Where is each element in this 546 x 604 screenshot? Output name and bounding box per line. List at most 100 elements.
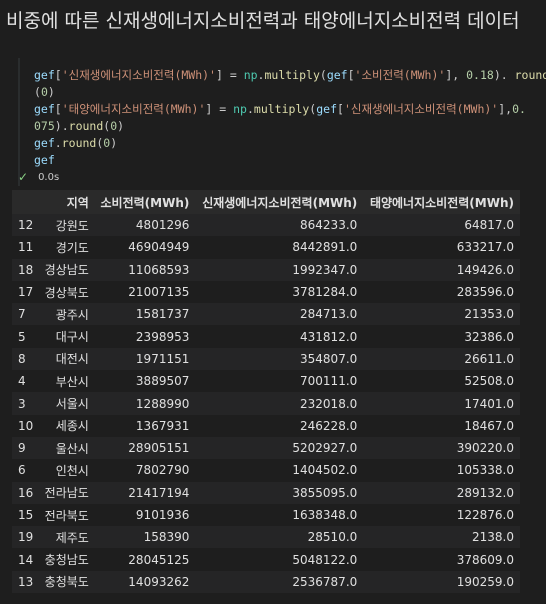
code-token: gef [34, 102, 55, 116]
code-token: multiply [253, 102, 310, 116]
table-cell: 26611.0 [363, 347, 520, 371]
code-token: np [233, 102, 247, 116]
table-cell: 1971151 [94, 347, 196, 371]
row-index: 16 [12, 481, 40, 504]
table-cell: 세종시 [39, 414, 95, 437]
table-cell: 149426.0 [363, 258, 520, 281]
row-index: 15 [12, 503, 40, 527]
table-cell: 864233.0 [195, 214, 364, 237]
table-cell: 18467.0 [363, 414, 520, 437]
table-cell: 11068593 [94, 258, 196, 281]
output-table: 지역 소비전력(MWh) 신재생에너지소비전력(MWh) 태양에너지소비전력(MWh)… [12, 190, 520, 594]
code-token: ) [110, 136, 118, 150]
table-row: 13 충청북도 14093262 2536787.0 190259.0 [12, 570, 520, 594]
table-cell: 378609.0 [363, 548, 520, 571]
table-cell: 3889507 [94, 370, 196, 393]
code-line: 075).round(0) [34, 118, 532, 135]
code-token: gef [326, 68, 348, 82]
table-cell: 64817.0 [363, 214, 520, 237]
table-cell: 3781284.0 [195, 280, 364, 304]
code-token: . [246, 102, 254, 116]
table-cell: 633217.0 [363, 236, 520, 259]
table-cell: 1992347.0 [195, 258, 364, 281]
table-cell: 105338.0 [363, 459, 520, 482]
table-cell: 7802790 [94, 459, 196, 482]
table-cell: 21007135 [94, 280, 196, 304]
table-cell: 158390 [94, 526, 196, 549]
table-cell: 9101936 [94, 503, 196, 527]
table-row: 11 경기도 46904949 8442891.0 633217.0 [12, 236, 520, 259]
code-token: 0 [40, 85, 48, 99]
column-header [12, 190, 40, 214]
table-row: 8 대전시 1971151 354807.0 26611.0 [12, 347, 520, 371]
table-cell: 52508.0 [363, 370, 520, 393]
table-cell: 2398953 [94, 325, 196, 348]
code-token: [ [337, 102, 344, 116]
table-header-row: 지역 소비전력(MWh) 신재생에너지소비전력(MWh) 태양에너지소비전력(MWh) [12, 190, 520, 214]
check-icon: ✓ [18, 170, 29, 184]
row-index: 8 [12, 347, 40, 371]
code-cell[interactable]: gef['신재생에너지소비전력(MWh)'] = np.multiply(gef… [18, 58, 546, 186]
table-row: 5 대구시 2398953 431812.0 32386.0 [12, 325, 520, 348]
code-token: ( [319, 68, 327, 82]
table-cell: 경기도 [39, 236, 95, 259]
table-cell: 14093262 [94, 570, 196, 594]
table-cell: 대전시 [39, 347, 95, 371]
row-index: 9 [12, 436, 40, 460]
table-cell: 46904949 [94, 236, 196, 259]
row-index: 5 [12, 325, 40, 348]
code-token: ( [34, 85, 41, 99]
table-cell: 354807.0 [195, 347, 364, 371]
code-line: (0) [34, 84, 532, 101]
row-index: 7 [12, 303, 40, 326]
code-token: '신재생에너지소비전력(MWh)' [343, 102, 499, 116]
table-row: 16 전라남도 21417194 3855095.0 289132.0 [12, 481, 520, 504]
section-heading: 비중에 따른 신재생에너지소비전력과 태양에너지소비전력 데이터 [6, 10, 520, 32]
table-cell: 246228.0 [195, 414, 364, 437]
table-cell: 전라북도 [39, 503, 95, 527]
code-token: np [243, 68, 258, 82]
code-token: round [68, 119, 104, 133]
code-token: round [514, 68, 546, 82]
table-cell: 5048122.0 [195, 548, 364, 571]
code-token: [ [54, 68, 62, 82]
table-cell: 8442891.0 [195, 236, 364, 259]
table-cell: 3855095.0 [195, 481, 364, 504]
table-cell: 1367931 [94, 414, 196, 437]
table-cell: 28045125 [94, 548, 196, 571]
table-cell: 제주도 [39, 526, 95, 549]
table-cell: 28905151 [94, 436, 196, 460]
row-index: 14 [12, 548, 40, 571]
code-token: gef [34, 68, 55, 82]
table-cell: 17401.0 [363, 392, 520, 415]
table-cell: 700111.0 [195, 370, 364, 393]
table-cell: 190259.0 [363, 570, 520, 594]
table-cell: 1581737 [94, 303, 196, 326]
table-row: 17 경상북도 21007135 3781284.0 283596.0 [12, 280, 520, 304]
code-line: gef['신재생에너지소비전력(MWh)'] = np.multiply(gef… [34, 67, 546, 84]
table-cell: 1404502.0 [195, 459, 364, 482]
table-cell: 21353.0 [363, 303, 520, 326]
row-index: 3 [12, 392, 40, 415]
code-token: 0. [512, 102, 526, 116]
table-row: 10 세종시 1367931 246228.0 18467.0 [12, 414, 520, 437]
table-cell: 390220.0 [363, 436, 520, 460]
row-index: 11 [12, 236, 40, 259]
table-cell: 전라남도 [39, 481, 95, 504]
code-token: ) [117, 119, 125, 133]
table-cell: 충청남도 [39, 548, 95, 571]
table-cell: 인천시 [39, 459, 95, 482]
table-row: 4 부산시 3889507 700111.0 52508.0 [12, 370, 520, 393]
table-row: 19 제주도 158390 28510.0 2138.0 [12, 526, 520, 549]
execution-time: 0.0s [38, 171, 60, 183]
code-editor[interactable]: gef['신재생에너지소비전력(MWh)'] = np.multiply(gef… [34, 67, 546, 176]
code-token: 075 [34, 119, 55, 133]
row-index: 17 [12, 280, 40, 304]
table-cell: 서울시 [39, 392, 95, 415]
table-cell: 21417194 [94, 481, 196, 504]
code-line: gef.round(0) [34, 135, 532, 152]
code-line: gef [34, 152, 532, 169]
table-row: 12 강원도 4801296 864233.0 64817.0 [12, 214, 520, 237]
table-cell: 289132.0 [363, 481, 520, 504]
table-cell: 28510.0 [195, 526, 364, 549]
